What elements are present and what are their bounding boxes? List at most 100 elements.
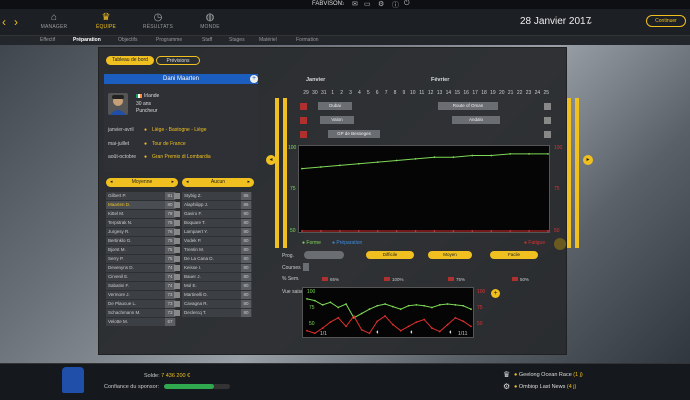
y-tick: 75 [290,186,296,192]
row-checkbox[interactable] [174,256,180,262]
tab-effectif[interactable]: Effectif [40,37,55,43]
tab-dashboard[interactable]: Tableau de bord [106,56,154,65]
race-item[interactable]: Dubai [318,102,352,110]
table-row[interactable]: Declercq T. 80 [174,309,252,317]
tab-formation[interactable]: Formation [296,37,319,43]
table-row[interactable]: Kittel M. 78 [106,210,176,218]
table-row[interactable]: Cavagna R. 80 [174,300,252,308]
data-point [446,303,449,305]
back-arrow-icon[interactable]: ‹ [2,15,6,29]
tab-materiel[interactable]: Matériel [259,37,277,43]
left-scroll-bar[interactable] [283,98,287,248]
chevron-down-icon[interactable]: ⌄ [586,16,594,27]
home-icon[interactable]: ⌂ [340,0,344,7]
filter-right-select[interactable]: ◂ Aucun ▸ [182,178,254,187]
table-row[interactable]: Boquare T. 80 [174,219,252,227]
prev-arrow-icon[interactable]: ◂ [266,155,276,165]
prog-difficile[interactable]: Difficile [366,251,414,259]
right-scroll-bar[interactable] [575,98,579,248]
chevron-left-icon[interactable]: ◂ [186,178,189,187]
table-row[interactable]: Schachmann M. 73 [106,309,176,317]
row-checkbox[interactable] [174,211,180,217]
row-checkbox[interactable] [174,301,180,307]
table-row[interactable]: Serry P. 75 [106,255,176,263]
table-row[interactable]: Maarten D. 80 [106,201,176,209]
table-row[interactable]: De Plaucue L. 73 [106,300,176,308]
nav-resultats[interactable]: ◷ RÉSULTATS [136,12,180,30]
race-item[interactable]: Valon [320,116,354,124]
row-checkbox[interactable] [174,283,180,289]
table-row[interactable]: Alaphilipp J. 86 [174,201,252,209]
row-checkbox[interactable] [174,265,180,271]
race-item[interactable]: Andalo [452,116,500,124]
mail-icon[interactable]: ✉ [352,0,358,8]
filter-left-select[interactable]: ◂ Moyenne ▸ [106,178,178,187]
chevron-right-icon[interactable]: ▸ [247,178,250,187]
chat-icon[interactable]: ▭ [364,0,371,8]
nav-equipe[interactable]: ♛ ÉQUIPE [84,12,128,30]
table-row[interactable]: Bauer J. 80 [174,273,252,281]
tab-staff[interactable]: Staff [202,37,212,43]
table-row[interactable]: Jurgesy R. 76 [106,228,176,236]
row-checkbox[interactable] [174,229,180,235]
row-checkbox[interactable] [174,202,180,208]
chevron-left-icon[interactable]: ◂ [110,178,113,187]
table-row[interactable]: Sabatini F. 74 [106,282,176,290]
prog-current[interactable] [304,251,344,259]
left-scroll-bar[interactable] [275,98,279,248]
race-checkbox[interactable] [544,131,551,138]
table-row[interactable]: Cirvenil E. 74 [106,273,176,281]
nav-manager[interactable]: ⌂ MANAGER [32,12,76,30]
table-row[interactable]: Keisse I. 80 [174,264,252,272]
table-row[interactable]: Trentin M. 80 [174,246,252,254]
nav-monde[interactable]: ◍ MONDE [188,12,232,30]
table-row[interactable]: Vodek P. 80 [174,237,252,245]
table-row[interactable]: Vermore J. 73 [106,291,176,299]
table-row[interactable]: Bjorst M. 75 [106,246,176,254]
row-checkbox[interactable] [174,310,180,316]
prog-moyen[interactable]: Moyen [428,251,472,259]
toggle-button[interactable] [554,238,566,250]
news-item[interactable]: ● Geelong Ocean Race (1 j) [514,372,583,378]
table-row[interactable]: Martinelli D. 80 [174,291,252,299]
row-checkbox[interactable] [174,247,180,253]
next-arrow-icon[interactable]: ▸ [583,155,593,165]
power-icon[interactable]: ⏻ [404,0,410,8]
tab-previsions[interactable]: Prévisions [156,56,200,65]
tab-preparation[interactable]: Préparation [73,37,101,43]
row-checkbox[interactable] [174,193,180,199]
race-checkbox[interactable] [300,131,307,138]
race-item[interactable]: GP de Besseges [328,130,380,138]
chevron-right-icon[interactable]: ▸ [171,178,174,187]
table-row[interactable]: Gilbert P. 81 [106,192,176,200]
table-row[interactable]: Gaviro F. 80 [174,210,252,218]
table-row[interactable]: Terpstrak N. 76 [106,219,176,227]
continue-button[interactable]: Continuer [646,15,686,27]
race-checkbox[interactable] [544,103,551,110]
table-row[interactable]: Velotte M. 67 [106,318,176,326]
race-checkbox[interactable] [300,103,307,110]
table-row[interactable]: Devenyns D. 74 [106,264,176,272]
table-row[interactable]: Bertinklo G. 75 [106,237,176,245]
table-row[interactable]: Lampaert Y. 80 [174,228,252,236]
row-checkbox[interactable] [174,274,180,280]
tab-stages[interactable]: Stages [229,37,245,43]
table-row[interactable]: Stybig Z. 86 [174,192,252,200]
row-checkbox[interactable] [174,292,180,298]
forward-arrow-icon[interactable]: › [14,15,18,29]
race-checkbox[interactable] [544,117,551,124]
add-icon[interactable]: + [250,75,258,83]
race-checkbox[interactable] [300,117,307,124]
settings-icon[interactable]: ⚙ [378,0,384,8]
row-checkbox[interactable] [174,220,180,226]
table-row[interactable]: Mol E. 80 [174,282,252,290]
table-row[interactable]: De La Cana D. 80 [174,255,252,263]
prog-facile[interactable]: Facile [490,251,538,259]
tab-programme[interactable]: Programme [156,37,182,43]
news-item[interactable]: ● Ombiop Last News (4 j) [514,384,576,390]
tab-objectifs[interactable]: Objectifs [118,37,137,43]
race-item[interactable]: Route of Oman [438,102,498,110]
row-checkbox[interactable] [174,238,180,244]
right-scroll-bar[interactable] [567,98,571,248]
add-icon[interactable]: + [491,289,500,298]
